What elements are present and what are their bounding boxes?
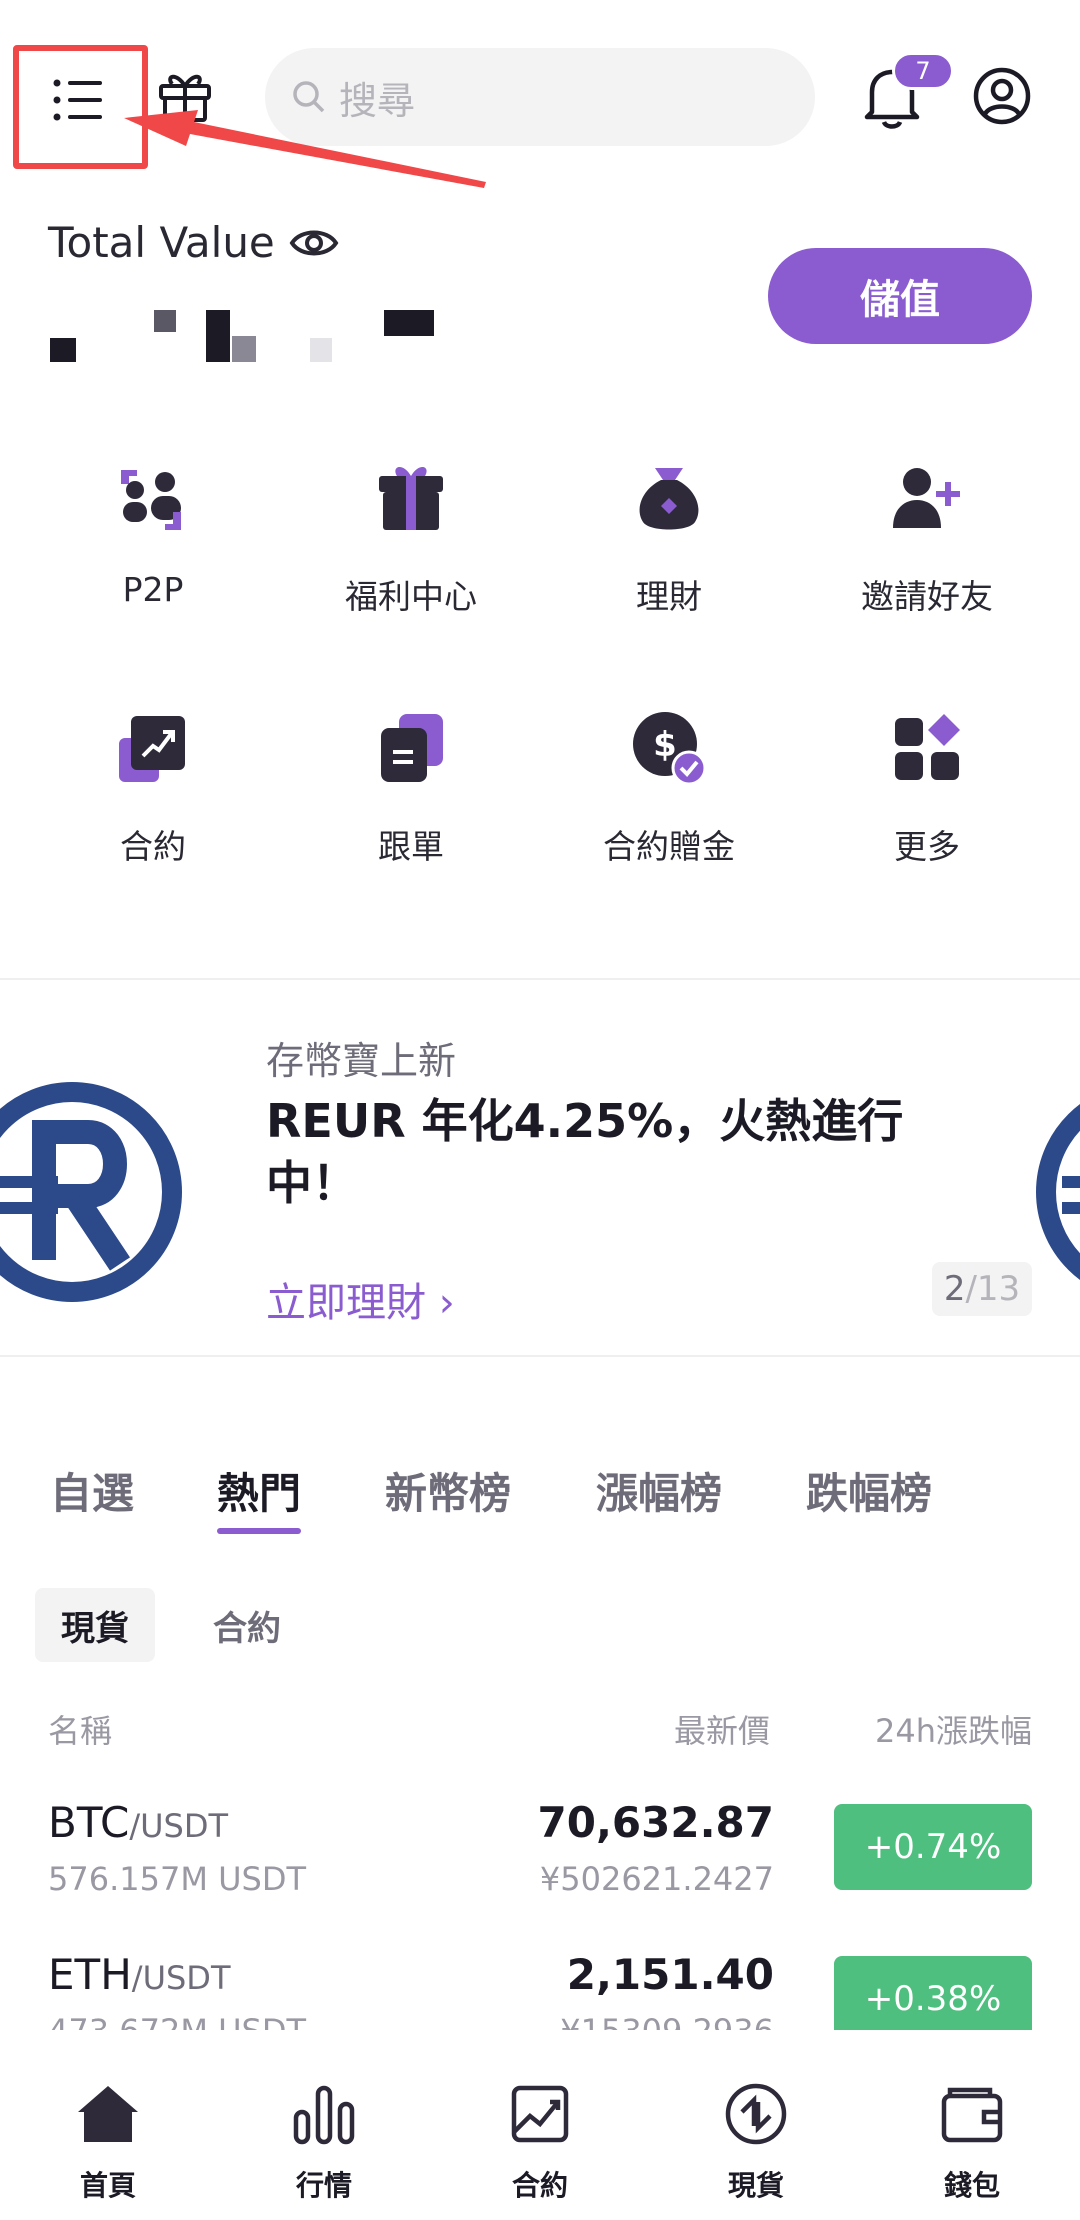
masked-balance — [50, 310, 434, 362]
last-price: 2,151.40 — [566, 1950, 774, 1999]
trend-chart-icon — [119, 716, 185, 782]
nav-markets[interactable]: 行情 — [216, 2030, 432, 2220]
gift-button[interactable] — [152, 62, 218, 128]
shortcut-futures[interactable]: 合約 — [24, 710, 282, 868]
line-chart-icon — [511, 2085, 569, 2143]
column-change: 24h漲跌幅 — [874, 1712, 1032, 1750]
copy-document-icon — [381, 714, 443, 782]
banner-subtitle: 存幣寶上新 — [266, 1039, 457, 1083]
tab-losers[interactable]: 跌幅榜 — [806, 1460, 932, 1530]
banner-title: REUR 年化4.25%，火熱進行中！ — [266, 1094, 904, 1210]
nav-futures[interactable]: 合約 — [432, 2030, 648, 2220]
bottom-nav: 首頁 行情 合約 現貨 錢包 — [0, 2030, 1080, 2220]
user-icon — [973, 67, 1031, 125]
eye-icon[interactable] — [289, 225, 339, 261]
change-badge[interactable]: +0.74% — [834, 1804, 1032, 1890]
tab-hot[interactable]: 熱門 — [217, 1460, 385, 1530]
wallet-icon — [941, 2087, 1003, 2143]
shortcut-finance[interactable]: 理財 — [540, 460, 798, 618]
subtab-spot[interactable]: 現貨 — [35, 1588, 155, 1662]
tab-gainers[interactable]: 漲幅榜 — [596, 1460, 806, 1530]
tab-watchlist[interactable]: 自選 — [50, 1460, 217, 1530]
top-bar: 搜尋 7 — [0, 0, 1080, 200]
dollar-check-icon: $ — [633, 712, 707, 786]
table-row[interactable]: ETH/USDT 473.672M USDT 2,151.40 ¥15309.2… — [0, 1932, 1080, 2030]
column-price: 最新價 — [673, 1712, 770, 1750]
shortcut-copy-trading[interactable]: 跟單 — [282, 710, 540, 868]
banner-pager: 2/13 — [932, 1262, 1032, 1316]
gift-icon — [159, 74, 211, 122]
gift-box-icon — [379, 466, 443, 530]
chevron-right-icon: › — [438, 1280, 455, 1326]
nav-spot[interactable]: 現貨 — [648, 2030, 864, 2220]
subtab-futures[interactable]: 合約 — [187, 1588, 307, 1662]
add-user-icon — [893, 468, 960, 528]
pair-volume: 576.157M USDT — [48, 1860, 307, 1898]
section-divider — [0, 1355, 1080, 1357]
nav-wallet[interactable]: 錢包 — [864, 2030, 1080, 2220]
reur-logo-icon — [0, 1082, 182, 1302]
profile-button[interactable] — [972, 66, 1032, 126]
search-icon — [293, 81, 325, 113]
search-placeholder: 搜尋 — [339, 78, 416, 123]
shortcut-more[interactable]: 更多 — [798, 710, 1056, 868]
table-header: 名稱 最新價 24h漲跌幅 — [48, 1706, 1032, 1754]
shortcut-invite-friends[interactable]: 邀請好友 — [798, 460, 1056, 618]
market-list: BTC/USDT 576.157M USDT 70,632.87 ¥502621… — [0, 1780, 1080, 2030]
notification-badge: 7 — [892, 52, 954, 90]
table-row[interactable]: BTC/USDT 576.157M USDT 70,632.87 ¥502621… — [0, 1780, 1080, 1932]
p2p-icon — [121, 470, 181, 530]
last-price: 70,632.87 — [537, 1798, 774, 1847]
shortcut-grid: P2P 福利中心 理財 邀請好友 合約 跟單 $ 合約贈金 更多 — [24, 460, 1056, 868]
price-cny: ¥502621.2427 — [539, 1860, 774, 1898]
exchange-icon — [725, 2083, 787, 2145]
annotation-highlight-box — [13, 45, 148, 169]
price-cny: ¥15309.2936 — [560, 2012, 774, 2030]
nav-home[interactable]: 首頁 — [0, 2030, 216, 2220]
tab-new-coins[interactable]: 新幣榜 — [385, 1460, 596, 1530]
pair-name: ETH/USDT — [48, 1950, 231, 1999]
shortcut-futures-bonus[interactable]: $ 合約贈金 — [540, 710, 798, 868]
shortcut-p2p[interactable]: P2P — [24, 460, 282, 618]
shortcut-welfare-center[interactable]: 福利中心 — [282, 460, 540, 618]
pair-volume: 473.672M USDT — [48, 2012, 306, 2030]
market-tabs: 自選 熱門 新幣榜 漲幅榜 跌幅榜 — [50, 1460, 932, 1530]
total-value-label: Total Value — [48, 218, 339, 267]
bar-chart-icon — [293, 2085, 355, 2145]
change-badge[interactable]: +0.38% — [834, 1956, 1032, 2030]
more-grid-icon — [895, 714, 960, 780]
banner-link[interactable]: 立即理財 › — [266, 1270, 455, 1328]
promo-banner[interactable]: 存幣寶上新 REUR 年化4.25%，火熱進行中！ 立即理財 › 2/13 — [0, 980, 1080, 1355]
reur-logo-icon — [1036, 1104, 1080, 1280]
active-tab-indicator — [217, 1528, 301, 1534]
svg-text:$: $ — [653, 725, 677, 765]
search-input[interactable]: 搜尋 — [265, 48, 815, 146]
column-name: 名稱 — [48, 1712, 113, 1750]
money-bag-icon — [639, 468, 699, 530]
deposit-button[interactable]: 儲值 — [768, 248, 1032, 344]
pair-name: BTC/USDT — [48, 1798, 229, 1847]
home-icon — [78, 2086, 138, 2142]
market-sub-tabs: 現貨 合約 — [35, 1588, 307, 1662]
